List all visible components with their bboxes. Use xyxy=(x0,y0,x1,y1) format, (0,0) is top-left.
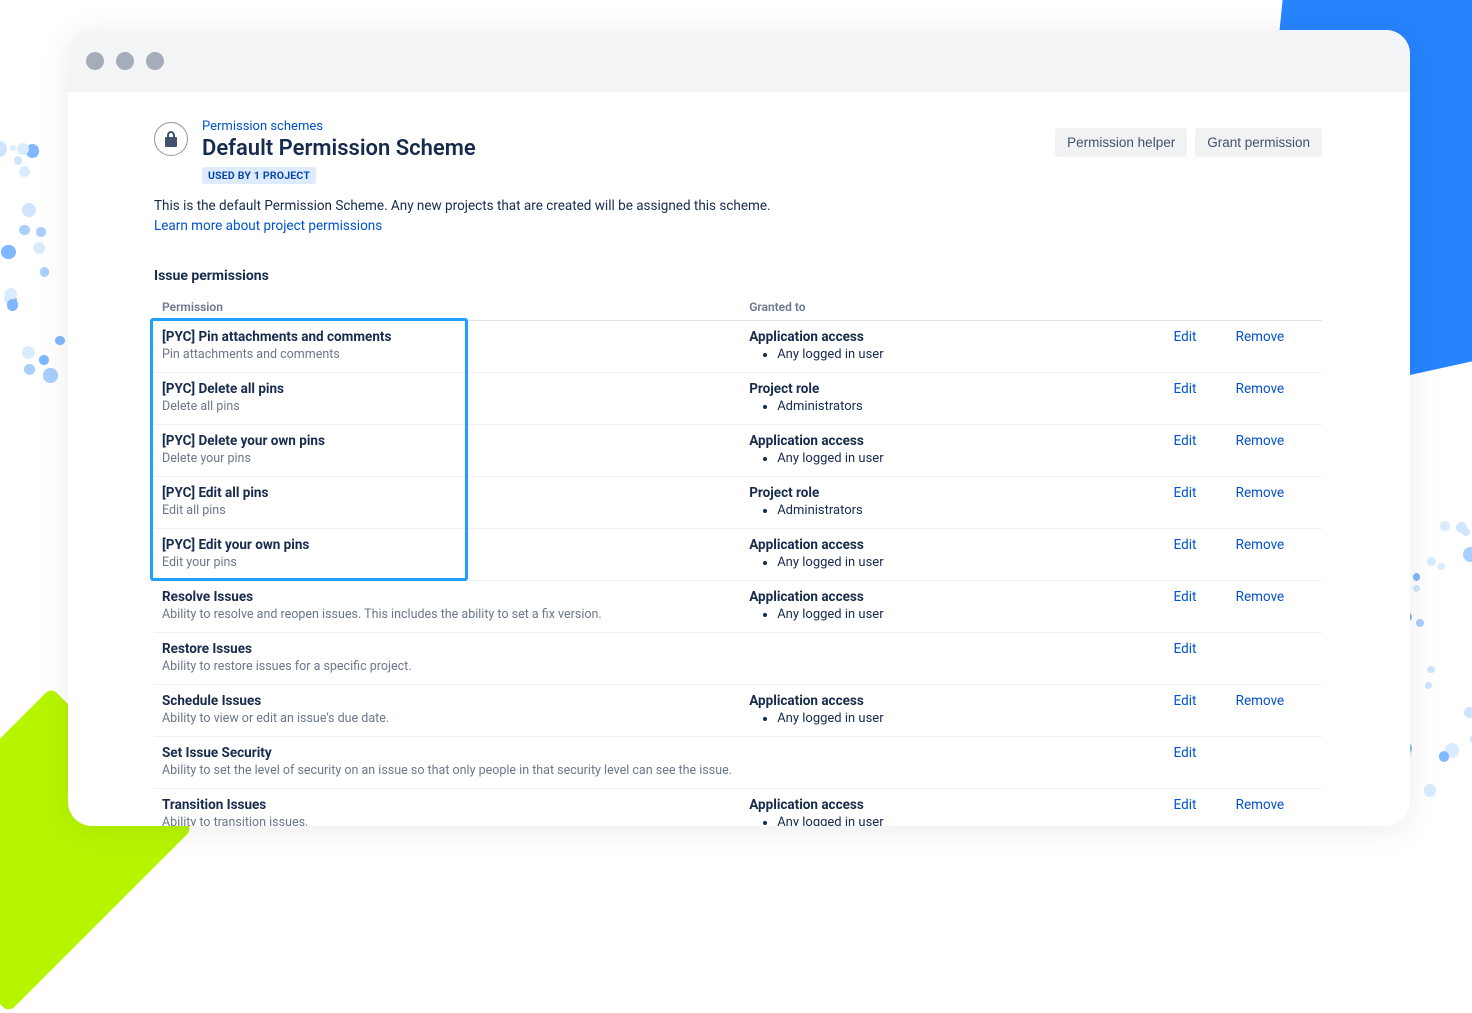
table-row: Transition Issues Ability to transition i… xyxy=(154,789,1322,827)
table-row: Schedule Issues Ability to view or edit a… xyxy=(154,685,1322,737)
permission-name: [PYC] Edit your own pins xyxy=(162,537,733,553)
page-content: Permission schemes Default Permission Sc… xyxy=(154,118,1322,826)
remove-link[interactable]: Remove xyxy=(1236,329,1285,345)
grant-title: Application access xyxy=(749,329,1157,345)
permission-name: Resolve Issues xyxy=(162,589,733,605)
window-dot-1 xyxy=(86,52,104,70)
permissions-table: Permission Granted to [PYC] Pin attachme… xyxy=(154,294,1322,826)
page-title: Default Permission Scheme xyxy=(202,136,476,161)
permission-name: Transition Issues xyxy=(162,797,733,813)
permission-desc: Ability to set the level of security on … xyxy=(162,763,733,778)
permission-name: Schedule Issues xyxy=(162,693,733,709)
table-row: Set Issue Security Ability to set the lev… xyxy=(154,737,1322,789)
remove-link[interactable]: Remove xyxy=(1236,485,1285,501)
table-row: [PYC] Edit all pins Edit all pins Project … xyxy=(154,477,1322,529)
table-row: [PYC] Pin attachments and comments Pin at… xyxy=(154,321,1322,373)
edit-link[interactable]: Edit xyxy=(1174,693,1197,709)
table-row: Resolve Issues Ability to resolve and reo… xyxy=(154,581,1322,633)
table-row: Restore Issues Ability to restore issues … xyxy=(154,633,1322,685)
permission-desc: Ability to view or edit an issue's due d… xyxy=(162,711,733,726)
grant-item: Any logged in user xyxy=(777,815,1157,826)
used-by-lozenge: USED BY 1 PROJECT xyxy=(202,167,316,184)
edit-link[interactable]: Edit xyxy=(1174,589,1197,605)
table-row: [PYC] Edit your own pins Edit your pins Ap… xyxy=(154,529,1322,581)
remove-link[interactable]: Remove xyxy=(1236,433,1285,449)
grant-item: Any logged in user xyxy=(777,555,1157,570)
edit-link[interactable]: Edit xyxy=(1174,485,1197,501)
table-row: [PYC] Delete all pins Delete all pins Proj… xyxy=(154,373,1322,425)
edit-link[interactable]: Edit xyxy=(1174,329,1197,345)
permission-name: [PYC] Delete all pins xyxy=(162,381,733,397)
grant-list: Any logged in user xyxy=(749,347,1157,362)
grant-title: Project role xyxy=(749,381,1157,397)
scheme-description: This is the default Permission Scheme. A… xyxy=(154,198,1322,214)
edit-link[interactable]: Edit xyxy=(1174,797,1197,813)
table-row: [PYC] Delete your own pins Delete your pi… xyxy=(154,425,1322,477)
permission-desc: Ability to transition issues. xyxy=(162,815,733,826)
breadcrumb-link[interactable]: Permission schemes xyxy=(202,119,323,134)
learn-more-link[interactable]: Learn more about project permissions xyxy=(154,218,382,234)
lock-icon xyxy=(154,122,188,156)
permission-desc: Ability to resolve and reopen issues. Th… xyxy=(162,607,733,622)
grant-list: Any logged in user xyxy=(749,555,1157,570)
grant-title: Application access xyxy=(749,693,1157,709)
breadcrumb: Permission schemes xyxy=(202,118,476,134)
permission-name: [PYC] Pin attachments and comments xyxy=(162,329,733,345)
grant-item: Administrators xyxy=(777,503,1157,518)
grant-list: Administrators xyxy=(749,503,1157,518)
window-dot-3 xyxy=(146,52,164,70)
permission-desc: Delete all pins xyxy=(162,399,733,414)
permission-desc: Edit all pins xyxy=(162,503,733,518)
edit-link[interactable]: Edit xyxy=(1174,641,1197,657)
col-header-granted: Granted to xyxy=(741,294,1165,321)
permission-name: Set Issue Security xyxy=(162,745,733,761)
grant-title: Application access xyxy=(749,433,1157,449)
decorative-dots-top-left xyxy=(0,120,70,380)
edit-link[interactable]: Edit xyxy=(1174,381,1197,397)
grant-item: Any logged in user xyxy=(777,607,1157,622)
remove-link[interactable]: Remove xyxy=(1236,537,1285,553)
remove-link[interactable]: Remove xyxy=(1236,589,1285,605)
permissions-table-wrap: Permission Granted to [PYC] Pin attachme… xyxy=(154,294,1322,826)
grant-list: Any logged in user xyxy=(749,451,1157,466)
grant-title: Application access xyxy=(749,537,1157,553)
page-header: Permission schemes Default Permission Sc… xyxy=(154,118,1322,184)
permission-name: Restore Issues xyxy=(162,641,733,657)
grant-item: Any logged in user xyxy=(777,711,1157,726)
edit-link[interactable]: Edit xyxy=(1174,433,1197,449)
permission-name: [PYC] Delete your own pins xyxy=(162,433,733,449)
grant-permission-button[interactable]: Grant permission xyxy=(1195,128,1322,157)
edit-link[interactable]: Edit xyxy=(1174,745,1197,761)
permission-desc: Ability to restore issues for a specific… xyxy=(162,659,733,674)
grant-list: Any logged in user xyxy=(749,815,1157,826)
remove-link[interactable]: Remove xyxy=(1236,797,1285,813)
permission-helper-button[interactable]: Permission helper xyxy=(1055,128,1187,157)
section-title: Issue permissions xyxy=(154,268,1322,284)
grant-item: Administrators xyxy=(777,399,1157,414)
grant-list: Any logged in user xyxy=(749,711,1157,726)
permission-desc: Pin attachments and comments xyxy=(162,347,733,362)
grant-title: Application access xyxy=(749,589,1157,605)
window-dot-2 xyxy=(116,52,134,70)
permission-desc: Edit your pins xyxy=(162,555,733,570)
col-header-permission: Permission xyxy=(154,294,741,321)
titlebar xyxy=(68,30,1410,92)
grant-title: Project role xyxy=(749,485,1157,501)
remove-link[interactable]: Remove xyxy=(1236,381,1285,397)
grant-title: Application access xyxy=(749,797,1157,813)
browser-frame: Permission schemes Default Permission Sc… xyxy=(68,30,1410,826)
permission-name: [PYC] Edit all pins xyxy=(162,485,733,501)
edit-link[interactable]: Edit xyxy=(1174,537,1197,553)
remove-link[interactable]: Remove xyxy=(1236,693,1285,709)
grant-list: Any logged in user xyxy=(749,607,1157,622)
grant-item: Any logged in user xyxy=(777,347,1157,362)
permission-desc: Delete your pins xyxy=(162,451,733,466)
grant-item: Any logged in user xyxy=(777,451,1157,466)
grant-list: Administrators xyxy=(749,399,1157,414)
